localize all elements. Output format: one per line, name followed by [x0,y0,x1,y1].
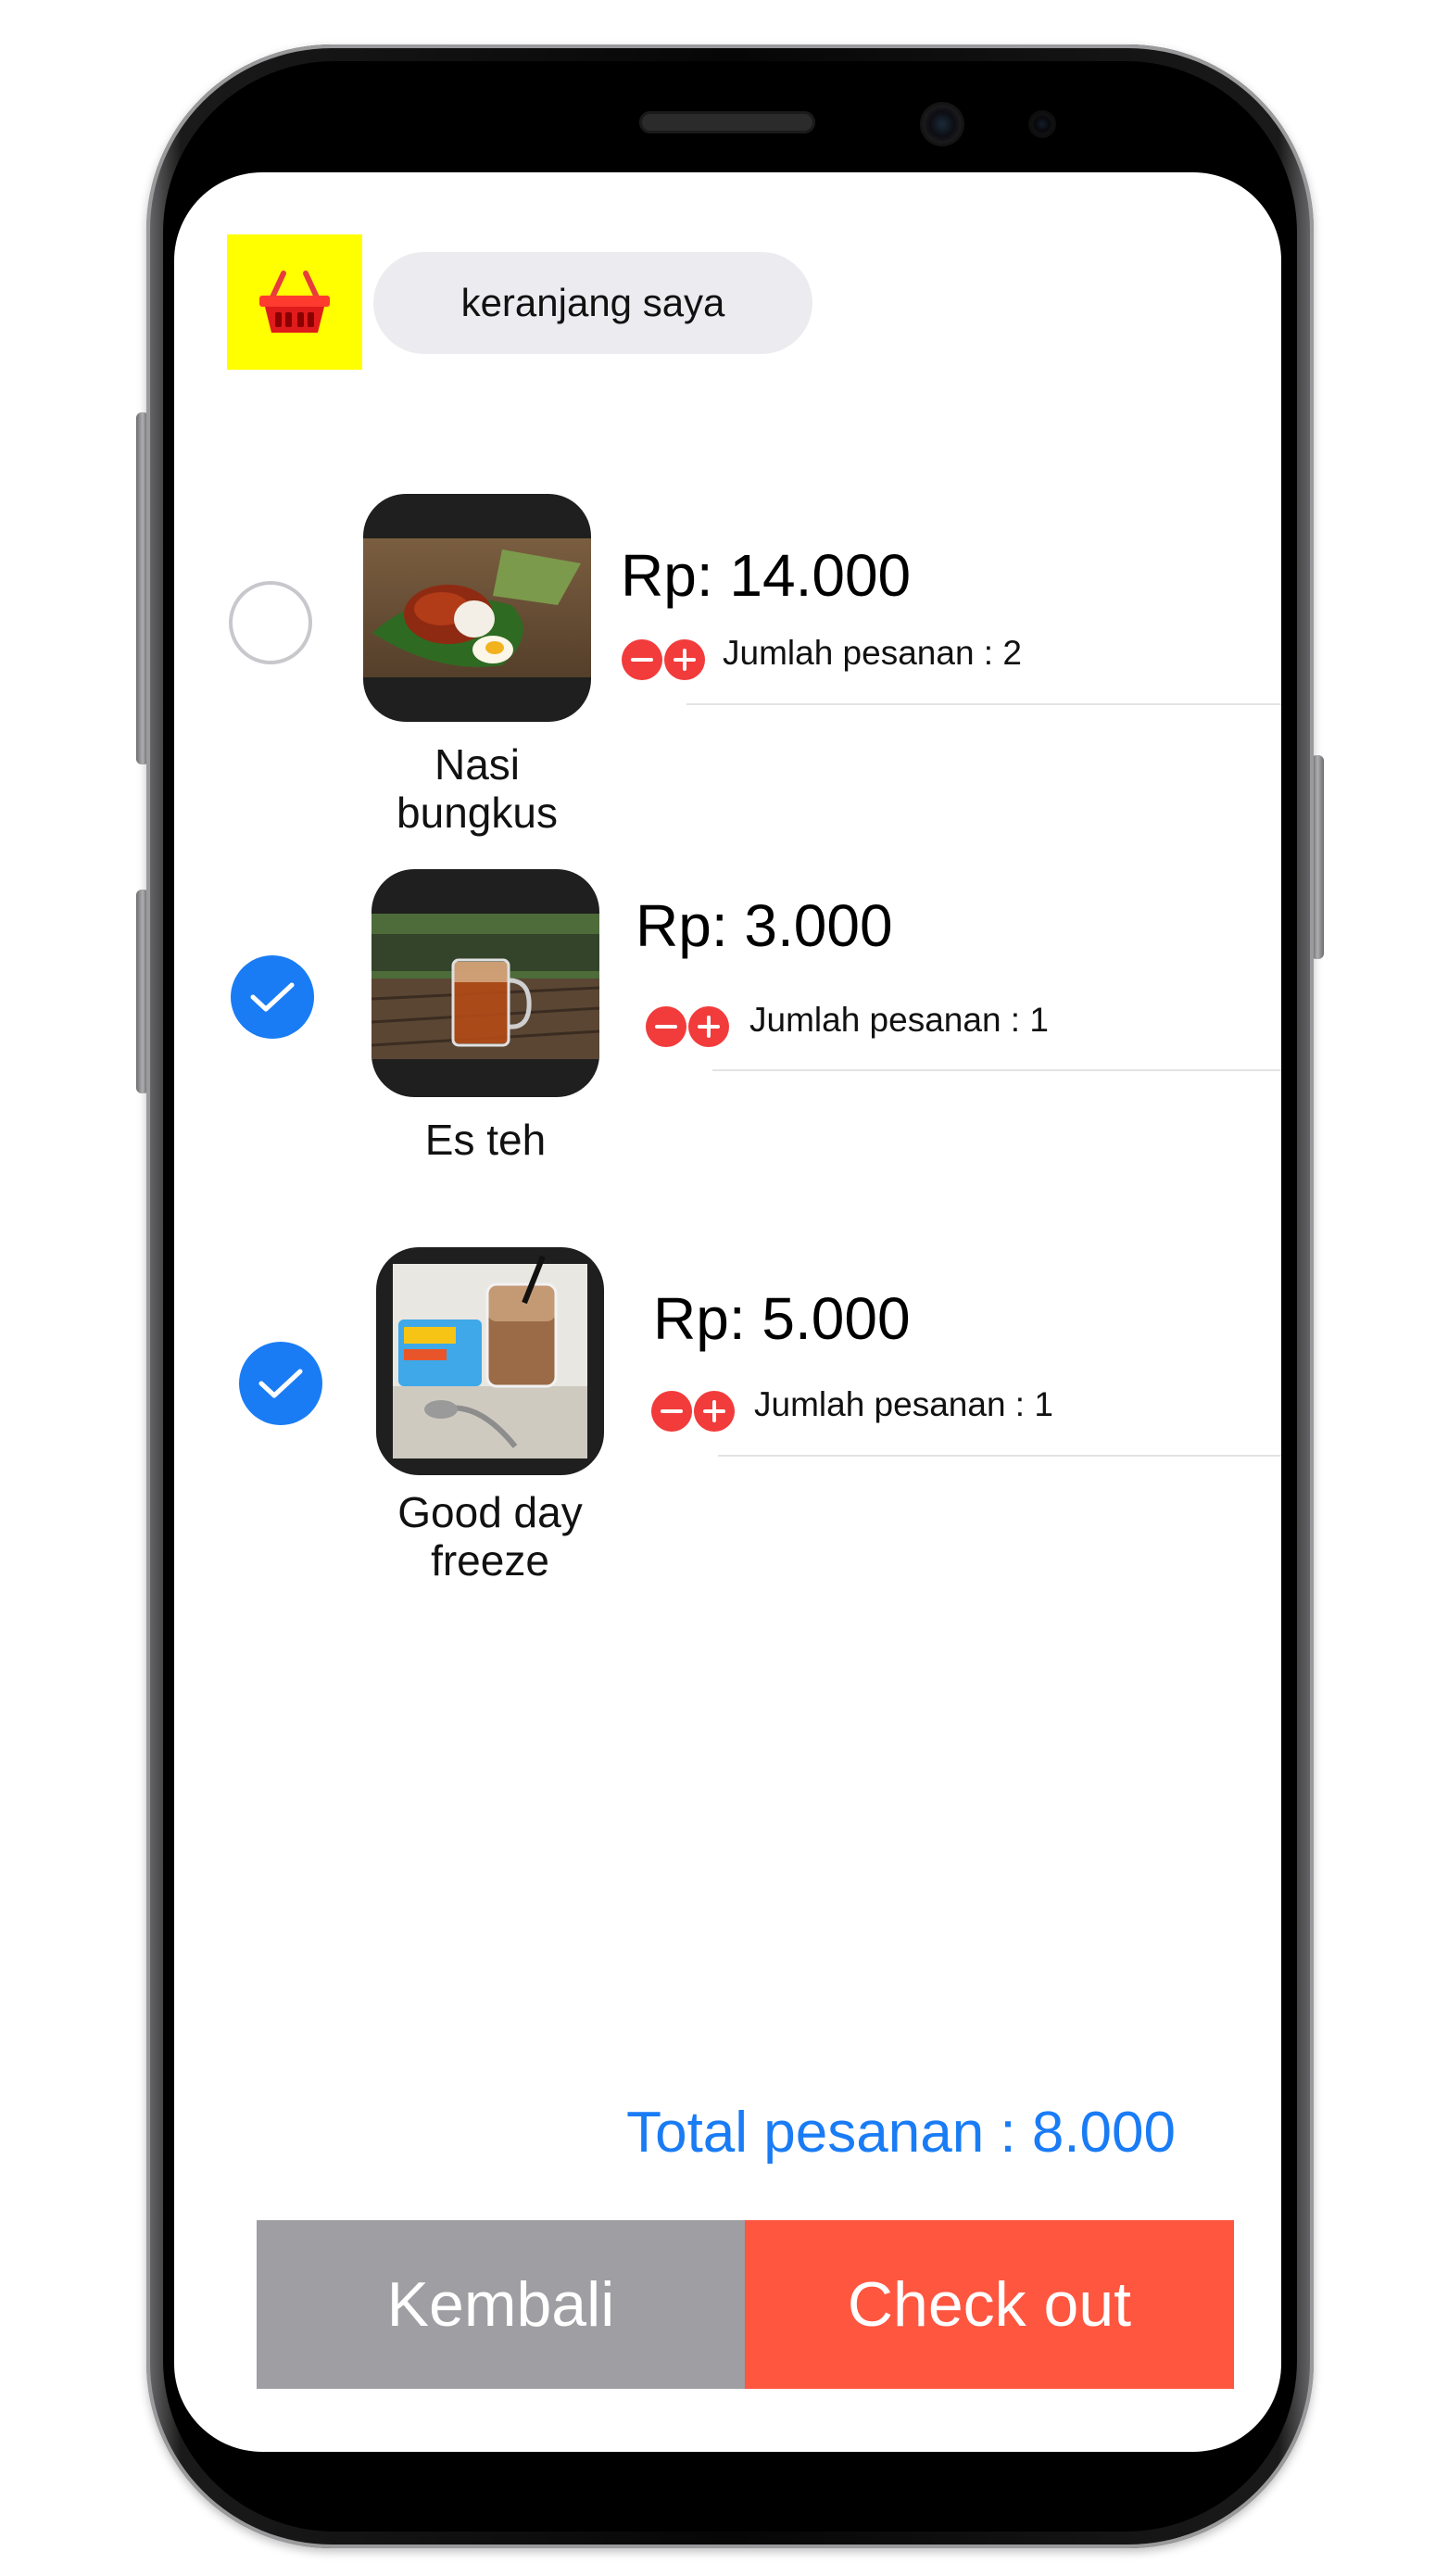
quantity-stepper [651,1391,740,1432]
earpiece-speaker [639,111,815,133]
es-teh-photo [371,914,599,1059]
quantity-stepper [646,1006,735,1047]
quantity-label: Jumlah pesanan : 1 [749,1001,1049,1039]
item-select-radio[interactable] [231,955,314,1039]
decrease-quantity-button[interactable] [622,639,662,680]
front-camera [923,105,962,144]
nasi-bungkus-photo [363,538,591,677]
increase-quantity-button[interactable] [688,1006,729,1047]
item-thumbnail[interactable] [363,494,591,722]
basket-button[interactable] [227,234,362,370]
checkmark-icon [250,982,295,1012]
checkmark-icon [258,1369,303,1398]
order-total: Total pesanan : 8.000 [626,2101,1176,2165]
item-select-radio[interactable] [239,1342,322,1425]
proximity-sensor [1031,113,1053,135]
increase-quantity-button[interactable] [694,1391,735,1432]
item-name: Nasi bungkus [397,740,558,837]
quantity-label: Jumlah pesanan : 1 [754,1385,1053,1423]
app-screen: keranjang saya Nasi bungkus Rp: 14.000 J… [174,172,1281,2452]
item-select-radio[interactable] [229,581,312,664]
decrease-quantity-button[interactable] [646,1006,686,1047]
item-divider [718,1455,1281,1457]
item-price: Rp: 14.000 [621,542,912,609]
back-button[interactable]: Kembali [257,2220,745,2389]
quantity-label: Jumlah pesanan : 2 [723,634,1022,672]
increase-quantity-button[interactable] [664,639,705,680]
item-divider [712,1069,1281,1071]
page-title: keranjang saya [373,252,812,354]
checkout-button[interactable]: Check out [745,2220,1234,2389]
quantity-stepper [622,639,711,680]
decrease-quantity-button[interactable] [651,1391,692,1432]
item-name: Good day freeze [397,1488,583,1585]
item-thumbnail[interactable] [376,1247,604,1475]
good-day-freeze-photo [393,1255,587,1458]
item-thumbnail[interactable] [371,869,599,1097]
item-divider [686,703,1281,705]
item-price: Rp: 3.000 [636,892,893,959]
item-price: Rp: 5.000 [653,1285,911,1352]
item-name: Es teh [424,1116,547,1164]
shopping-basket-icon [259,271,330,333]
